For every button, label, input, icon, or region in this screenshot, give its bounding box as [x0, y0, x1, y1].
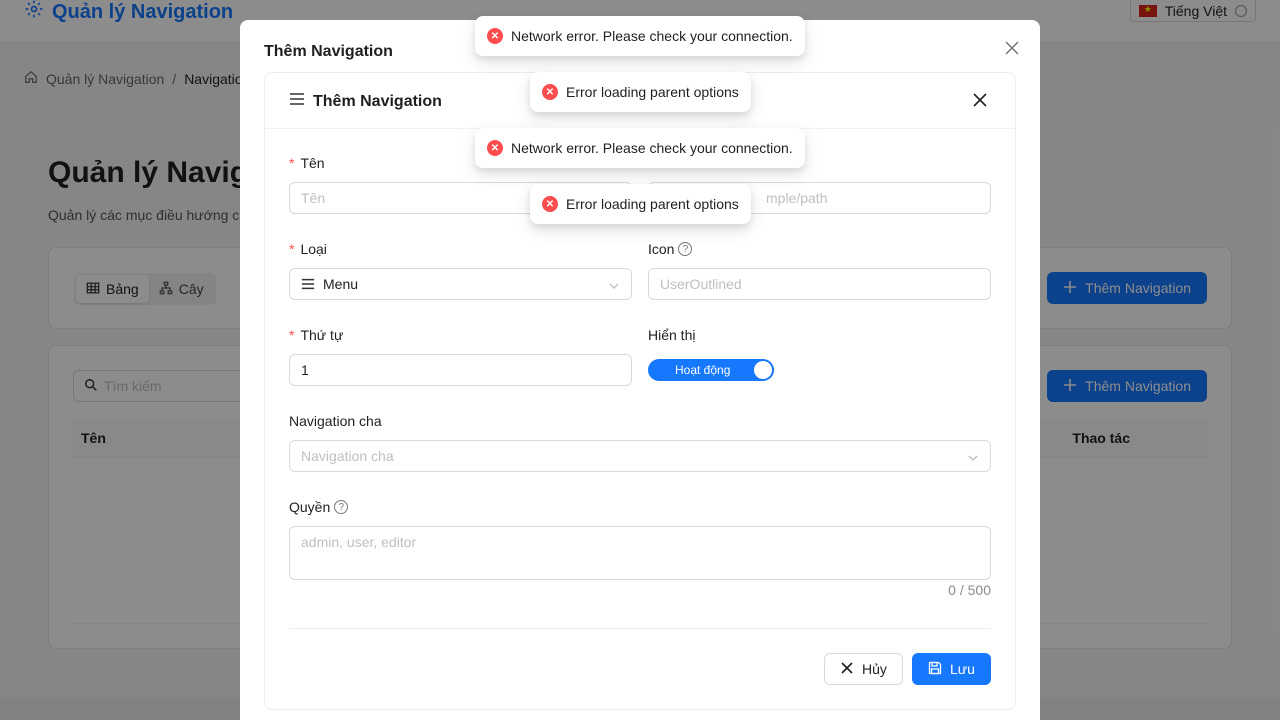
cancel-button[interactable]: Hủy: [824, 653, 903, 685]
close-icon: [840, 661, 854, 678]
cancel-label: Hủy: [862, 661, 887, 677]
error-toast: ✕ Network error. Please check your conne…: [475, 16, 805, 56]
permissions-placeholder: admin, user, editor: [301, 534, 417, 550]
name-label: * Tên: [289, 155, 325, 171]
icon-label-text: Icon: [648, 241, 675, 257]
modal-close-icon[interactable]: [1004, 40, 1020, 56]
toast-message: Error loading parent options: [566, 196, 739, 212]
error-circle-icon: ✕: [542, 84, 558, 100]
icon-field[interactable]: [648, 268, 991, 300]
name-label-text: Tên: [300, 155, 325, 171]
form-divider: [289, 628, 991, 629]
error-toast: ✕ Network error. Please check your conne…: [475, 128, 805, 168]
visible-label-text: Hiển thị: [648, 327, 696, 343]
permissions-label-text: Quyền: [289, 499, 331, 515]
required-mark: *: [289, 155, 295, 171]
form-title-text: Thêm Navigation: [313, 92, 442, 110]
icon-input[interactable]: [660, 276, 979, 292]
chevron-down-icon: [608, 279, 620, 291]
toast-message: Error loading parent options: [566, 84, 739, 100]
error-circle-icon: ✕: [542, 196, 558, 212]
parent-label: Navigation cha: [289, 413, 382, 429]
visible-label: Hiển thị: [648, 327, 695, 343]
order-label-text: Thứ tự: [300, 327, 344, 343]
parent-placeholder: Navigation cha: [301, 448, 394, 464]
question-circle-icon[interactable]: ?: [334, 500, 349, 514]
modal-title: Thêm Navigation: [264, 43, 393, 60]
menu-icon: [289, 91, 305, 112]
icon-label: Icon ?: [648, 241, 693, 257]
menu-icon: [301, 277, 315, 291]
toast-message: Network error. Please check your connect…: [511, 28, 793, 44]
order-label: * Thứ tự: [289, 327, 343, 343]
order-field[interactable]: [289, 354, 632, 386]
permissions-textarea[interactable]: admin, user, editor: [289, 526, 991, 580]
type-label: * Loại: [289, 241, 327, 257]
permissions-label: Quyền ?: [289, 499, 349, 515]
required-mark: *: [289, 241, 295, 257]
parent-select[interactable]: Navigation cha: [289, 440, 991, 472]
save-icon: [928, 661, 942, 678]
save-label: Lưu: [950, 661, 975, 677]
error-circle-icon: ✕: [487, 28, 503, 44]
question-circle-icon[interactable]: ?: [678, 242, 693, 256]
parent-label-text: Navigation cha: [289, 413, 382, 429]
required-mark: *: [289, 327, 295, 343]
type-select[interactable]: Menu: [289, 268, 632, 300]
order-input[interactable]: [301, 362, 620, 378]
error-circle-icon: ✕: [487, 140, 503, 156]
error-toast: ✕ Error loading parent options: [530, 72, 751, 112]
add-navigation-modal: Thêm Navigation Thêm Navigation * Tên Tê…: [240, 20, 1040, 720]
visible-switch[interactable]: Hoạt động: [648, 359, 774, 381]
switch-knob: [754, 361, 772, 379]
type-label-text: Loại: [300, 241, 327, 257]
form-title: Thêm Navigation: [289, 91, 442, 112]
permissions-char-counter: 0 / 500: [948, 582, 991, 598]
type-selected-value: Menu: [323, 276, 359, 292]
save-button[interactable]: Lưu: [912, 653, 991, 685]
visible-switch-text: Hoạt động: [675, 363, 731, 377]
form-close-icon[interactable]: [973, 93, 987, 107]
chevron-down-icon: [967, 451, 979, 463]
toast-message: Network error. Please check your connect…: [511, 140, 793, 156]
error-toast: ✕ Error loading parent options: [530, 184, 751, 224]
